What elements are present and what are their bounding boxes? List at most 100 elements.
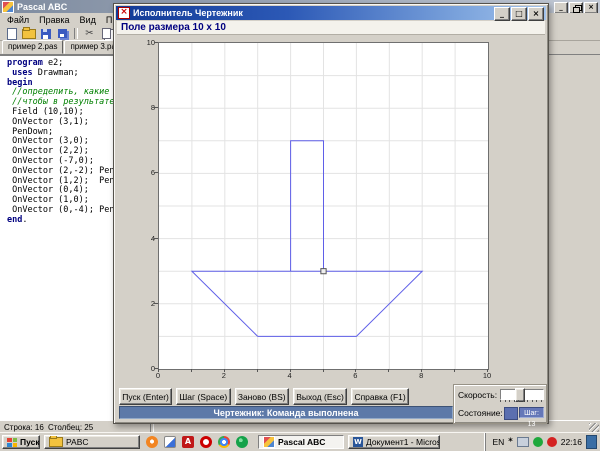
status-column-indicator: Столбец: 25 bbox=[48, 423, 93, 432]
x-axis-label-0: 0 bbox=[150, 371, 166, 380]
state-label: Состояние: bbox=[458, 408, 503, 418]
code-segment: PenDown; bbox=[7, 127, 53, 137]
code-segment: uses bbox=[12, 68, 32, 78]
code-segment: OnVector (2,-2); PenUp; bbox=[7, 166, 130, 176]
tray-asterisk-icon[interactable]: * bbox=[508, 437, 512, 447]
drawer-button-4[interactable]: Справка (F1) bbox=[351, 388, 409, 405]
adobe-reader-icon[interactable]: A bbox=[182, 436, 194, 448]
pascal-abc-app-icon bbox=[2, 1, 14, 13]
windows-flag-icon bbox=[7, 438, 17, 447]
task-button-word[interactable]: WДокумент1 - Microsoft ... bbox=[348, 435, 440, 449]
save-button[interactable] bbox=[38, 28, 53, 40]
y-axis-label-10: 10 bbox=[140, 38, 155, 47]
menu-item-0[interactable]: Файл bbox=[3, 14, 33, 26]
drawer-button-2[interactable]: Заново (BS) bbox=[235, 388, 289, 405]
new-file-button[interactable] bbox=[4, 28, 19, 40]
y-axis-label-4: 4 bbox=[140, 234, 155, 243]
cut-icon: ✂ bbox=[85, 29, 93, 39]
cut-button[interactable]: ✂ bbox=[82, 28, 97, 40]
opera-icon[interactable] bbox=[200, 436, 212, 448]
x-tick bbox=[191, 369, 192, 372]
x-axis-label-8: 8 bbox=[413, 371, 429, 380]
y-tick bbox=[154, 303, 158, 304]
speed-slider-ticks bbox=[500, 400, 542, 402]
status-line-indicator: Строка: 16 bbox=[4, 423, 44, 432]
speed-slider[interactable] bbox=[500, 389, 544, 400]
green-app-icon[interactable] bbox=[236, 436, 248, 448]
x-axis-label-2: 2 bbox=[216, 371, 232, 380]
code-segment: . bbox=[22, 215, 27, 225]
step-counter-badge: Шаг: 13 bbox=[519, 407, 544, 418]
start-button[interactable]: Пуск bbox=[2, 435, 40, 449]
tray-clock[interactable]: 22:16 bbox=[561, 437, 582, 447]
speed-label: Скорость: bbox=[458, 390, 497, 400]
language-indicator[interactable]: EN bbox=[492, 437, 504, 447]
code-segment: OnVector (2,2); bbox=[7, 146, 89, 156]
x-axis-label-6: 6 bbox=[347, 371, 363, 380]
code-segment: OnVector (-7,0); bbox=[7, 156, 94, 166]
word-icon: W bbox=[353, 437, 363, 447]
pen-marker bbox=[321, 269, 326, 274]
task-button-pascal-abc[interactable]: Pascal ABC bbox=[258, 435, 344, 449]
field-size-label: Поле размера 10 x 10 bbox=[117, 21, 545, 35]
resize-grip[interactable] bbox=[589, 423, 599, 432]
y-axis-label-2: 2 bbox=[140, 299, 155, 308]
y-axis-label-6: 6 bbox=[140, 168, 155, 177]
code-segment: Field (10,10); bbox=[7, 107, 84, 117]
task-button-label: Pascal ABC bbox=[278, 437, 325, 447]
code-segment: e2; bbox=[43, 58, 63, 68]
code-segment: Drawman; bbox=[33, 68, 79, 78]
copy-icon bbox=[102, 28, 111, 39]
y-tick bbox=[154, 107, 158, 108]
y-tick bbox=[154, 172, 158, 173]
x-axis-label-4: 4 bbox=[282, 371, 298, 380]
drawer-button-3[interactable]: Выход (Esc) bbox=[293, 388, 347, 405]
tab-0[interactable]: пример 2.pas bbox=[2, 40, 63, 54]
orange-app-icon[interactable] bbox=[146, 436, 158, 448]
menu-item-1[interactable]: Правка bbox=[35, 14, 73, 26]
tray-green-dot-icon[interactable] bbox=[533, 437, 543, 447]
speed-state-group: Скорость: Состояние: Шаг: 13 bbox=[453, 384, 547, 424]
tray-red-dot-icon[interactable] bbox=[547, 437, 557, 447]
quick-launch: A bbox=[146, 436, 248, 448]
code-segment: OnVector (1,0); bbox=[7, 195, 89, 205]
x-tick bbox=[323, 369, 324, 372]
pascal-abc-icon bbox=[263, 436, 275, 448]
code-segment: OnVector (0,4); bbox=[7, 185, 89, 195]
y-tick bbox=[154, 238, 158, 239]
drawing-field bbox=[158, 42, 489, 370]
save-all-button[interactable] bbox=[55, 28, 70, 40]
drawer-maximize-button[interactable]: □ bbox=[511, 7, 527, 21]
code-segment: OnVector (0,-4); PenUp; bbox=[7, 205, 130, 215]
x-axis-label-10: 10 bbox=[479, 371, 495, 380]
code-segment: //определить, какие к bbox=[7, 87, 120, 97]
open-folder-button[interactable] bbox=[21, 28, 36, 40]
drawer-button-0[interactable]: Пуск (Enter) bbox=[119, 388, 172, 405]
system-tray: EN * 22:16 bbox=[485, 433, 600, 451]
figure-plot bbox=[159, 43, 488, 369]
x-tick bbox=[421, 369, 422, 372]
notes-app-icon[interactable] bbox=[164, 436, 176, 448]
drawer-titlebar[interactable]: × Исполнитель Чертежник _□× bbox=[116, 6, 546, 20]
x-tick bbox=[158, 369, 159, 372]
menu-item-2[interactable]: Вид bbox=[76, 14, 100, 26]
drawer-close-button[interactable]: × bbox=[528, 7, 544, 21]
open-folder-icon bbox=[22, 29, 36, 39]
save-all-icon bbox=[58, 29, 67, 38]
y-axis-label-8: 8 bbox=[140, 103, 155, 112]
new-file-icon bbox=[7, 28, 17, 40]
chrome-icon[interactable] bbox=[218, 436, 230, 448]
x-tick bbox=[388, 369, 389, 372]
tray-blue-icon[interactable] bbox=[586, 435, 597, 449]
folder-icon bbox=[49, 437, 63, 447]
drawer-button-1[interactable]: Шаг (Space) bbox=[176, 388, 230, 405]
drawer-status-message: Чертежник: Команда выполнена bbox=[119, 406, 453, 419]
drawer-title: Исполнитель Чертежник bbox=[133, 8, 243, 18]
code-segment: program bbox=[7, 58, 43, 68]
copy-button[interactable] bbox=[99, 28, 114, 40]
tray-display-icon[interactable] bbox=[517, 437, 529, 447]
drawer-minimize-button[interactable]: _ bbox=[494, 7, 510, 21]
taskbar-folder-button[interactable]: PABC bbox=[44, 435, 140, 449]
y-tick bbox=[154, 42, 158, 43]
drawer-window-controls: _□× bbox=[494, 7, 544, 21]
